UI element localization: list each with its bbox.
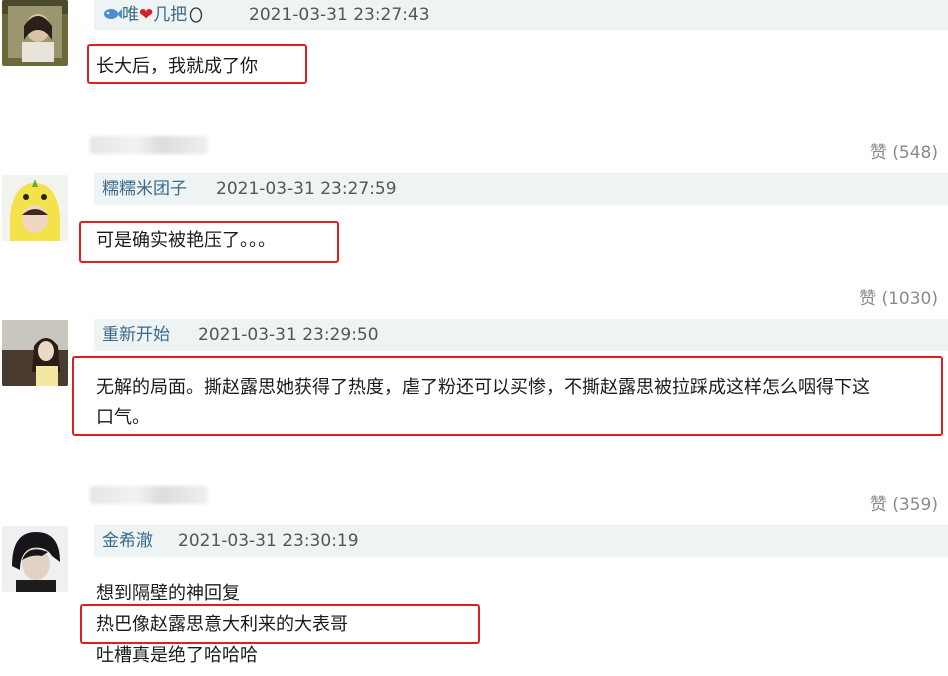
comment-timestamp: 2021-03-31 23:27:43 (249, 5, 430, 25)
fish-icon (104, 9, 122, 19)
username-link[interactable]: 唯❤几把 (102, 0, 203, 30)
blurred-username (90, 136, 208, 154)
comment-timestamp: 2021-03-31 23:27:59 (216, 179, 397, 199)
comment-header: 金希澈 2021-03-31 23:30:19 (94, 525, 948, 557)
comment-timestamp: 2021-03-31 23:29:50 (198, 325, 379, 345)
username-text: 唯 (122, 5, 139, 25)
highlight-box (80, 604, 480, 644)
like-count[interactable]: 赞 (359) (870, 490, 938, 515)
like-count[interactable]: 赞 (1030) (859, 284, 938, 309)
username-link[interactable]: 金希澈 (102, 525, 153, 557)
username-link[interactable]: 重新开始 (102, 319, 170, 351)
like-count[interactable]: 赞 (548) (870, 138, 938, 163)
heart-icon: ❤ (139, 5, 154, 25)
avatar[interactable] (2, 526, 68, 592)
username-suffix: 几把 (153, 5, 188, 25)
username-link[interactable]: 糯糯米团子 (102, 173, 187, 205)
avatar[interactable] (2, 0, 68, 66)
highlight-box (87, 44, 307, 84)
avatar[interactable] (2, 175, 68, 241)
comment-header: 唯❤几把 2021-03-31 23:27:43 (94, 0, 948, 30)
egg-icon (190, 7, 203, 23)
highlight-box (79, 221, 339, 263)
comment-line: 吐槽真是绝了哈哈哈 (96, 645, 258, 666)
comment-header: 糯糯米团子 2021-03-31 23:27:59 (94, 173, 948, 205)
avatar[interactable] (2, 320, 68, 386)
blurred-username (90, 486, 208, 504)
comment-timestamp: 2021-03-31 23:30:19 (178, 531, 359, 551)
comment-header: 重新开始 2021-03-31 23:29:50 (94, 319, 948, 351)
highlight-box (72, 356, 943, 436)
